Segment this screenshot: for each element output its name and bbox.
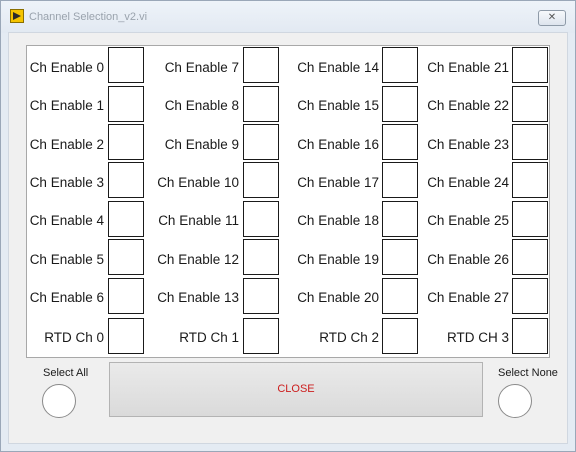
rtd-checkbox-2[interactable]: [382, 318, 418, 354]
rtd-label: RTD Ch 1: [179, 330, 239, 345]
rtd-checkbox-0[interactable]: [108, 318, 144, 354]
select-none-button[interactable]: [498, 384, 532, 418]
channel-checkbox-2[interactable]: [108, 124, 144, 160]
channel-checkbox-1[interactable]: [108, 86, 144, 122]
channel-checkbox-17[interactable]: [382, 162, 418, 198]
channel-checkbox-0[interactable]: [108, 47, 144, 83]
channel-checkbox-8[interactable]: [243, 86, 279, 122]
channel-checkbox-16[interactable]: [382, 124, 418, 160]
select-all-button[interactable]: [42, 384, 76, 418]
channel-checkbox-7[interactable]: [243, 47, 279, 83]
channel-label: Ch Enable 17: [297, 175, 379, 190]
channel-checkbox-11[interactable]: [243, 201, 279, 237]
channel-checkbox-14[interactable]: [382, 47, 418, 83]
channel-checkbox-25[interactable]: [512, 201, 548, 237]
channel-label: Ch Enable 15: [297, 98, 379, 113]
window-close-button[interactable]: ✕: [538, 10, 566, 26]
channel-label: Ch Enable 26: [427, 252, 509, 267]
channel-checkbox-12[interactable]: [243, 239, 279, 275]
channel-checkbox-27[interactable]: [512, 278, 548, 314]
channel-checkbox-21[interactable]: [512, 47, 548, 83]
channel-label: Ch Enable 11: [158, 213, 239, 228]
channel-label: Ch Enable 0: [29, 60, 104, 75]
channel-label: Ch Enable 2: [29, 137, 104, 152]
channel-checkbox-22[interactable]: [512, 86, 548, 122]
channel-label: Ch Enable 4: [29, 213, 104, 228]
channel-label: Ch Enable 24: [427, 175, 509, 190]
channel-checkbox-10[interactable]: [243, 162, 279, 198]
channel-label: Ch Enable 7: [164, 60, 239, 75]
channel-checkbox-4[interactable]: [108, 201, 144, 237]
channel-checkbox-13[interactable]: [243, 278, 279, 314]
channel-checkbox-3[interactable]: [108, 162, 144, 198]
channel-label: Ch Enable 18: [297, 213, 379, 228]
channel-label: Ch Enable 13: [157, 290, 239, 305]
labview-run-arrow-icon: [10, 9, 24, 23]
channel-checkbox-20[interactable]: [382, 278, 418, 314]
channel-label: Ch Enable 16: [297, 137, 379, 152]
channel-label: Ch Enable 1: [29, 98, 104, 113]
channel-checkbox-23[interactable]: [512, 124, 548, 160]
channel-label: Ch Enable 19: [297, 252, 379, 267]
channel-label: Ch Enable 20: [297, 290, 379, 305]
close-button[interactable]: CLOSE: [109, 362, 483, 417]
rtd-checkbox-3[interactable]: [512, 318, 548, 354]
channel-label: Ch Enable 8: [164, 98, 239, 113]
channel-label: Ch Enable 5: [29, 252, 104, 267]
channel-checkbox-9[interactable]: [243, 124, 279, 160]
channel-checkbox-15[interactable]: [382, 86, 418, 122]
channel-label: Ch Enable 22: [427, 98, 509, 113]
select-none-label: Select None: [498, 367, 558, 379]
rtd-label: RTD Ch 2: [319, 330, 379, 345]
window-title: Channel Selection_v2.vi: [29, 11, 148, 23]
rtd-checkbox-1[interactable]: [243, 318, 279, 354]
channel-label: Ch Enable 9: [164, 137, 239, 152]
channel-checkbox-6[interactable]: [108, 278, 144, 314]
channel-label: Ch Enable 21: [427, 60, 509, 75]
channel-checkbox-18[interactable]: [382, 201, 418, 237]
channel-checkbox-5[interactable]: [108, 239, 144, 275]
channel-checkbox-26[interactable]: [512, 239, 548, 275]
channel-label: Ch Enable 3: [29, 175, 104, 190]
select-all-label: Select All: [43, 367, 89, 379]
channel-label: Ch Enable 27: [427, 290, 509, 305]
rtd-label: RTD CH 3: [446, 330, 509, 345]
rtd-label: RTD Ch 0: [44, 330, 104, 345]
channel-label: Ch Enable 6: [29, 290, 104, 305]
channel-checkbox-19[interactable]: [382, 239, 418, 275]
channel-label: Ch Enable 14: [297, 60, 379, 75]
title-bar: Channel Selection_v2.vi ✕: [1, 1, 575, 33]
channel-label: Ch Enable 23: [427, 137, 509, 152]
channel-grid: [26, 45, 550, 358]
channel-label: Ch Enable 10: [157, 175, 239, 190]
channel-label: Ch Enable 25: [427, 213, 509, 228]
channel-label: Ch Enable 12: [157, 252, 239, 267]
channel-checkbox-24[interactable]: [512, 162, 548, 198]
